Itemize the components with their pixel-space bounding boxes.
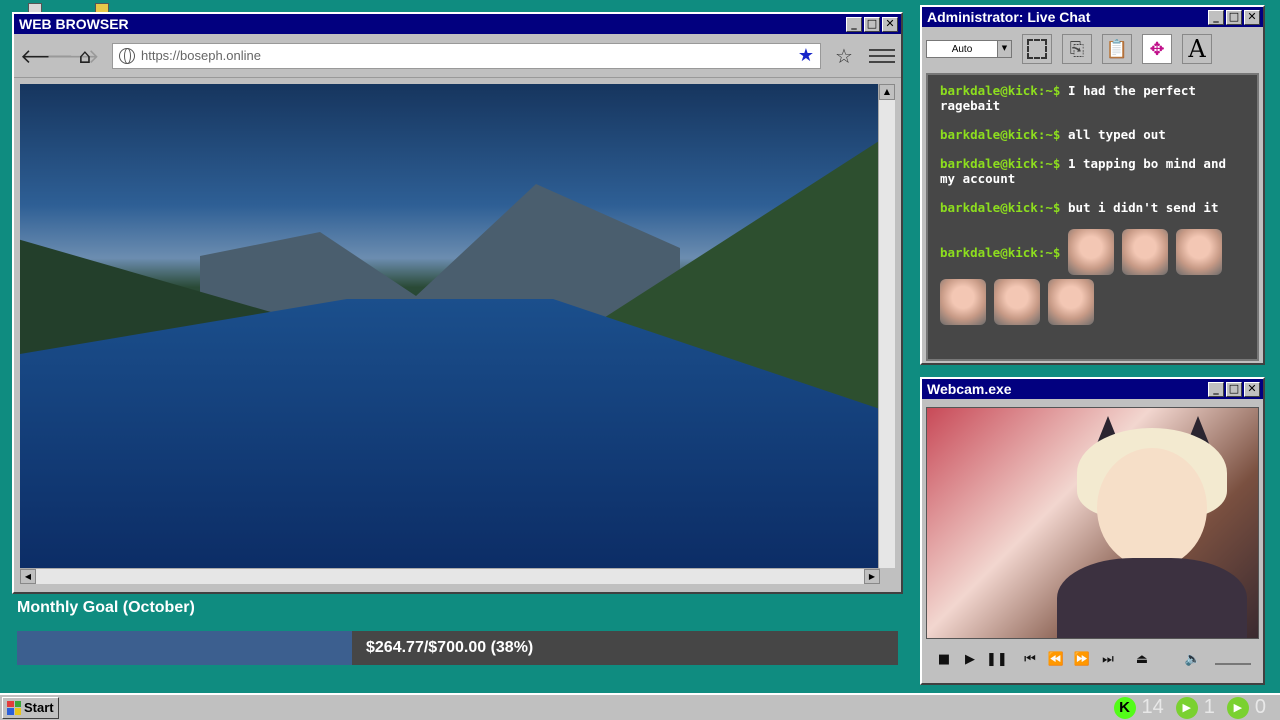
pause-icon[interactable]: ❚❚ bbox=[986, 650, 1008, 670]
start-button[interactable]: Start bbox=[2, 696, 59, 719]
scroll-left-icon[interactable]: ◀ bbox=[20, 569, 36, 584]
avatar-face bbox=[1097, 448, 1207, 568]
skip-forward-icon[interactable]: ⏭ bbox=[1098, 650, 1118, 670]
home-button[interactable]: ⌂ bbox=[72, 43, 98, 69]
font-icon[interactable]: A bbox=[1182, 34, 1212, 64]
maximize-button[interactable]: □ bbox=[864, 16, 880, 32]
emote-icon bbox=[940, 279, 986, 325]
emote-icon bbox=[1068, 229, 1115, 275]
move-icon[interactable]: ✥ bbox=[1142, 34, 1172, 64]
chat-username: barkdale@kick:~$ bbox=[940, 83, 1061, 98]
stat-viewers: 14 bbox=[1141, 696, 1164, 718]
chat-text: but i didn't send it bbox=[1067, 200, 1219, 215]
avatar-body bbox=[1057, 558, 1247, 638]
webcam-feed bbox=[926, 407, 1259, 639]
eject-icon[interactable]: ⏏ bbox=[1132, 650, 1152, 670]
webcam-titlebar[interactable]: Webcam.exe _ □ ✕ bbox=[922, 379, 1263, 399]
browser-titlebar[interactable]: WEB BROWSER _ □ ✕ bbox=[14, 14, 901, 34]
maximize-button[interactable]: □ bbox=[1226, 381, 1242, 397]
chat-username: barkdale@kick:~$ bbox=[940, 200, 1061, 215]
kick-icon: K bbox=[1113, 696, 1136, 719]
start-label: Start bbox=[24, 700, 54, 715]
play-icon: ▶ bbox=[1226, 696, 1249, 719]
rewind-icon[interactable]: ⏪ bbox=[1046, 650, 1066, 670]
webcam-title: Webcam.exe bbox=[927, 381, 1012, 397]
paste-icon[interactable]: 📋 bbox=[1102, 34, 1132, 64]
address-bar[interactable]: https://boseph.online ★ bbox=[112, 42, 821, 69]
chat-message: barkdale@kick:~$ 1 tapping bo mind and m… bbox=[940, 156, 1245, 186]
chat-username: barkdale@kick:~$ bbox=[940, 244, 1061, 260]
favorite-star-icon[interactable]: ☆ bbox=[829, 44, 859, 68]
maximize-button[interactable]: □ bbox=[1226, 9, 1242, 25]
scroll-up-icon[interactable]: ▲ bbox=[879, 84, 895, 100]
address-url: https://boseph.online bbox=[141, 48, 261, 63]
emote-icon bbox=[1176, 229, 1223, 275]
copy-icon[interactable]: ⎘ bbox=[1062, 34, 1092, 64]
skip-back-icon[interactable]: ⏮ bbox=[1020, 650, 1040, 670]
select-tool-icon[interactable] bbox=[1022, 34, 1052, 64]
stat-two: 1 bbox=[1203, 696, 1215, 718]
stop-icon[interactable]: ■ bbox=[934, 650, 954, 670]
chat-message: barkdale@kick:~$ but i didn't send it bbox=[940, 200, 1245, 215]
goal-title: Monthly Goal (October) bbox=[17, 599, 195, 616]
font-select-value: Auto bbox=[951, 43, 973, 55]
browser-window: WEB BROWSER _ □ ✕ 🡐 🡒 ⌂ https://boseph.o… bbox=[12, 12, 903, 594]
chat-username: barkdale@kick:~$ bbox=[940, 127, 1061, 142]
chat-window: Administrator: Live Chat _ □ ✕ Auto ▼ ⎘ … bbox=[920, 5, 1265, 365]
browser-toolbar: 🡐 🡒 ⌂ https://boseph.online ★ ☆ bbox=[14, 34, 901, 78]
chat-text: all typed out bbox=[1067, 127, 1166, 142]
scroll-right-icon[interactable]: ▶ bbox=[864, 569, 880, 584]
close-button[interactable]: ✕ bbox=[1244, 9, 1260, 25]
back-button[interactable]: 🡐 bbox=[20, 43, 74, 69]
forward-button[interactable]: 🡒 bbox=[46, 43, 100, 69]
chat-username: barkdale@kick:~$ bbox=[940, 156, 1061, 171]
webcam-window: Webcam.exe _ □ ✕ ■ ▶ ❚❚ ⏮ ⏪ ⏩ ⏭ ⏏ 🔈 bbox=[920, 377, 1265, 685]
emote-icon bbox=[994, 279, 1040, 325]
emote-icon bbox=[1048, 279, 1094, 325]
chat-message: barkdale@kick:~$ bbox=[940, 229, 1245, 325]
chat-title: Administrator: Live Chat bbox=[927, 9, 1091, 25]
emote-icon bbox=[1122, 229, 1169, 275]
browser-title: WEB BROWSER bbox=[19, 16, 129, 32]
close-button[interactable]: ✕ bbox=[1244, 381, 1260, 397]
chat-message: barkdale@kick:~$ all typed out bbox=[940, 127, 1245, 142]
bookmark-star-icon[interactable]: ★ bbox=[798, 45, 814, 66]
media-controls: ■ ▶ ❚❚ ⏮ ⏪ ⏩ ⏭ ⏏ 🔈 bbox=[926, 643, 1259, 677]
goal-amount: $264.77/$700.00 (38%) bbox=[366, 639, 534, 656]
stream-stats: K 14 ▶ 1 ▶ 0 bbox=[1113, 695, 1273, 720]
chat-titlebar[interactable]: Administrator: Live Chat _ □ ✕ bbox=[922, 7, 1263, 27]
chat-messages: barkdale@kick:~$ I had the perfect rageb… bbox=[926, 73, 1259, 361]
menu-icon[interactable] bbox=[869, 48, 895, 63]
minimize-button[interactable]: _ bbox=[1208, 381, 1224, 397]
chevron-down-icon[interactable]: ▼ bbox=[997, 41, 1011, 57]
volume-slider[interactable] bbox=[1215, 655, 1251, 665]
minimize-button[interactable]: _ bbox=[846, 16, 862, 32]
vertical-scrollbar[interactable]: ▲ bbox=[878, 84, 895, 568]
globe-icon bbox=[119, 47, 135, 64]
page-viewport bbox=[20, 84, 880, 568]
play-icon[interactable]: ▶ bbox=[960, 650, 980, 670]
volume-icon[interactable]: 🔈 bbox=[1183, 650, 1203, 670]
font-select[interactable]: Auto ▼ bbox=[926, 40, 1012, 58]
stat-three: 0 bbox=[1254, 696, 1266, 718]
chat-toolbar: Auto ▼ ⎘ 📋 ✥ A bbox=[922, 27, 1263, 71]
goal-progress-bar: $264.77/$700.00 (38%) bbox=[17, 631, 898, 665]
close-button[interactable]: ✕ bbox=[882, 16, 898, 32]
taskbar: Start K 14 ▶ 1 ▶ 0 bbox=[0, 693, 1280, 720]
windows-logo-icon bbox=[7, 700, 21, 715]
goal-progress-fill bbox=[17, 631, 352, 665]
minimize-button[interactable]: _ bbox=[1208, 9, 1224, 25]
chat-message: barkdale@kick:~$ I had the perfect rageb… bbox=[940, 83, 1245, 113]
horizontal-scrollbar[interactable]: ◀ ▶ bbox=[20, 568, 880, 584]
play-icon: ▶ bbox=[1175, 696, 1198, 719]
fast-forward-icon[interactable]: ⏩ bbox=[1072, 650, 1092, 670]
